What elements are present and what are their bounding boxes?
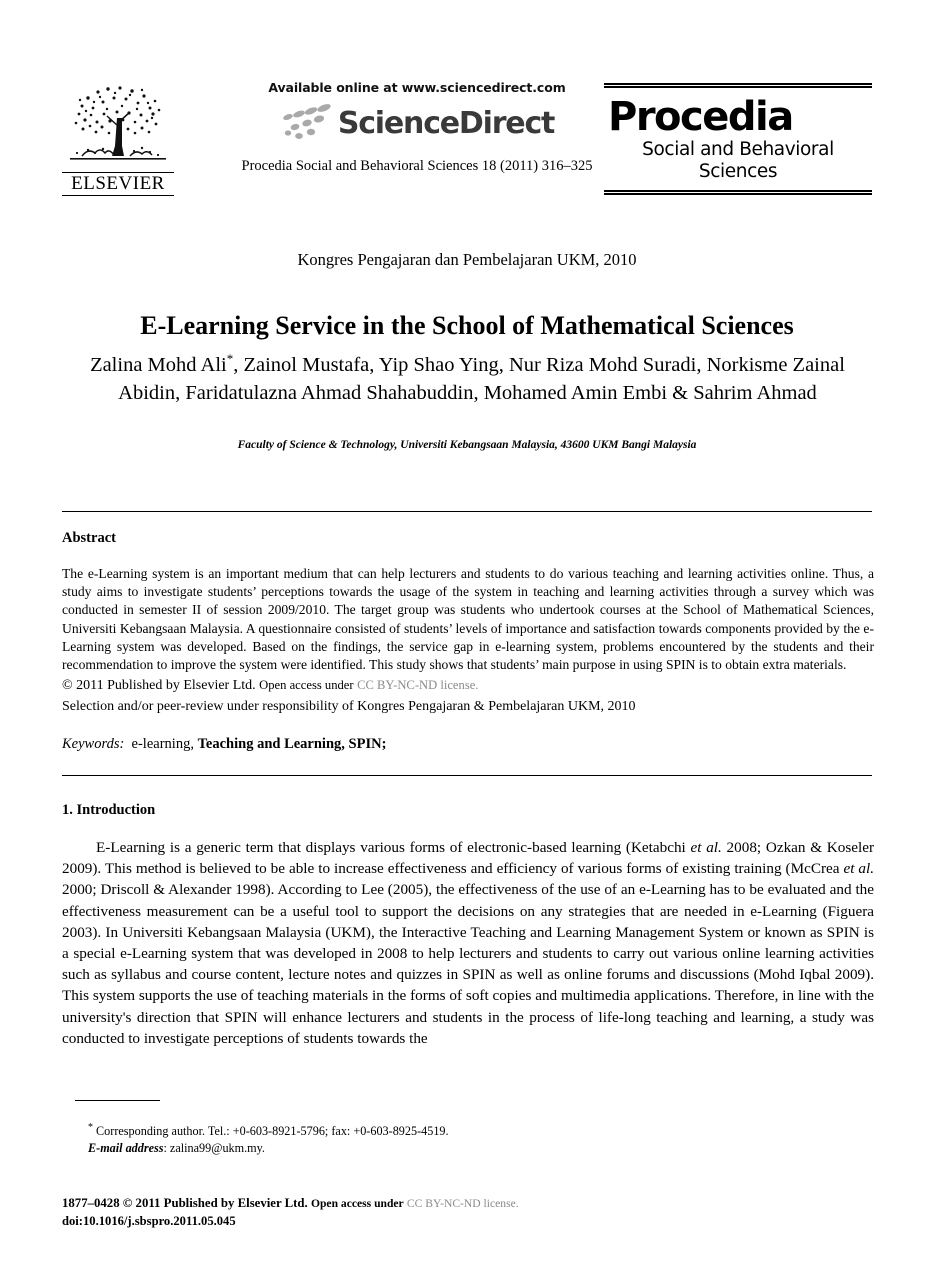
abstract-bottom-rule	[62, 775, 872, 776]
copyright-line: © 2011 Published by Elsevier Ltd. Open a…	[62, 675, 874, 696]
keyword-item-3: SPIN;	[348, 736, 387, 752]
abstract-heading: Abstract	[62, 530, 116, 546]
peer-review-line: Selection and/or peer-review under respo…	[62, 699, 636, 714]
footnote-corresponding-author: * Corresponding author. Tel.: +0-603-892…	[88, 1119, 788, 1140]
elsevier-logo: ELSEVIER	[62, 78, 174, 196]
intro-italic-1: et al.	[690, 839, 722, 856]
open-access-text: Open access under	[259, 678, 354, 692]
journal-citation-line: Procedia Social and Behavioral Sciences …	[241, 158, 593, 174]
cc-license-link[interactable]: CC BY-NC-ND license.	[357, 678, 478, 692]
intro-text-part-1: E-Learning is a generic term that displa…	[96, 839, 691, 856]
author-line-1-pre: Zalina Mohd Ali	[90, 353, 227, 376]
author-line-1-post: , Zainol Mustafa, Yip Shao Ying, Nur Riz…	[233, 353, 788, 376]
keyword-item-1: e-learning,	[131, 736, 194, 752]
sciencedirect-block: Available online at www.sciencedirect.co…	[212, 74, 622, 175]
procedia-journal-logo: Procedia Social and Behavioral Sciences	[604, 83, 872, 195]
doi-line: doi:10.1016/j.sbspro.2011.05.045	[62, 1213, 236, 1228]
abstract-top-rule	[62, 511, 872, 512]
footer-copyright-line: 1877–0428 © 2011 Published by Elsevier L…	[62, 1195, 874, 1213]
footnote-block: * Corresponding author. Tel.: +0-603-892…	[88, 1119, 788, 1157]
page-footer: 1877–0428 © 2011 Published by Elsevier L…	[62, 1195, 874, 1230]
introduction-body: E-Learning is a generic term that displa…	[62, 837, 874, 1049]
author-line-3: Ahmad	[756, 381, 817, 404]
copyright-text: © 2011 Published by Elsevier Ltd.	[62, 678, 256, 693]
procedia-title: Procedia	[608, 94, 794, 140]
footer-open-access-text: Open access under	[310, 1197, 404, 1210]
footer-issn-copyright: 1877–0428 © 2011 Published by Elsevier L…	[62, 1196, 308, 1210]
masthead: ELSEVIER Available online at www.science…	[62, 74, 872, 199]
intro-text-part-3: 2000; Driscoll & Alexander 1998). Accord…	[62, 881, 874, 1047]
abstract-copyright-block: © 2011 Published by Elsevier Ltd. Open a…	[62, 675, 874, 717]
sciencedirect-logo: ScienceDirect	[212, 101, 622, 145]
keywords-label: Keywords:	[62, 736, 125, 752]
sciencedirect-wordmark: ScienceDirect	[337, 105, 556, 141]
keyword-item-2: Teaching and Learning,	[197, 736, 345, 752]
sciencedirect-swoosh-icon	[283, 104, 331, 139]
footnote-separator-rule	[75, 1100, 160, 1101]
keywords-line: Keywords: e-learning, Teaching and Learn…	[62, 735, 874, 753]
page-title: E-Learning Service in the School of Math…	[140, 311, 794, 341]
abstract-body: The e-Learning system is an important me…	[62, 566, 874, 673]
footer-cc-license-link[interactable]: CC BY-NC-ND license.	[407, 1197, 519, 1210]
section-heading-introduction: 1. Introduction	[62, 802, 156, 818]
author-affiliation: Faculty of Science & Technology, Univers…	[237, 439, 697, 451]
footnote-email-line: E-mail address: zalina99@ukm.my.	[88, 1140, 788, 1157]
author-list: Zalina Mohd Ali*, Zainol Mustafa, Yip Sh…	[80, 345, 855, 407]
email-label: E-mail address	[88, 1141, 164, 1156]
paper-page: ELSEVIER Available online at www.science…	[0, 0, 935, 1266]
elsevier-wordmark: ELSEVIER	[62, 172, 174, 196]
elsevier-tree-icon	[70, 86, 166, 160]
intro-italic-2: et al.	[843, 860, 875, 878]
email-value[interactable]: : zalina99@ukm.my.	[164, 1141, 265, 1155]
conference-name: Kongres Pengajaran dan Pembelajaran UKM,…	[297, 250, 637, 269]
footnote-contact-text: Corresponding author. Tel.: +0-603-8921-…	[93, 1124, 449, 1139]
procedia-subtitle: Social and Behavioral Sciences	[642, 139, 834, 182]
available-online-text: Available online at www.sciencedirect.co…	[268, 80, 566, 95]
